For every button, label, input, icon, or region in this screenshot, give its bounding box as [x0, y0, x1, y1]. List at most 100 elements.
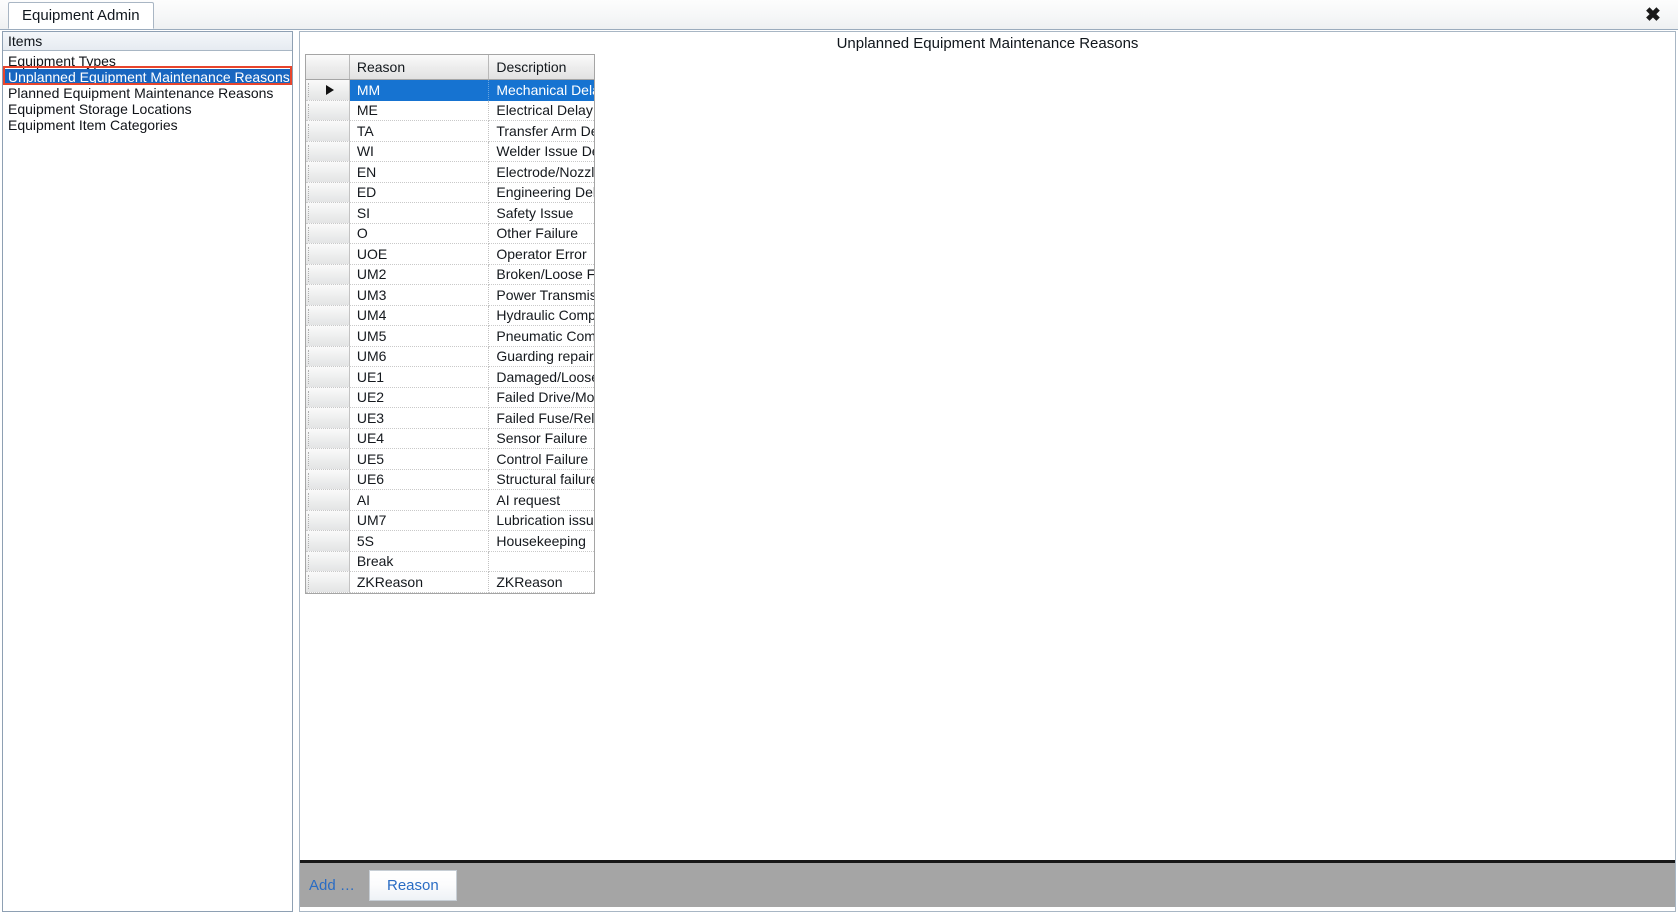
- cell-reason[interactable]: ED: [349, 182, 490, 203]
- cell-reason[interactable]: O: [349, 223, 490, 244]
- column-header-reason[interactable]: Reason: [349, 55, 490, 79]
- cell-description[interactable]: Welder Issue De…: [489, 142, 594, 162]
- cell-reason[interactable]: UM7: [349, 510, 490, 531]
- cell-reason[interactable]: UE4: [349, 428, 490, 449]
- cell-description[interactable]: Operator Error: [489, 244, 594, 265]
- cell-reason[interactable]: UE3: [349, 408, 490, 429]
- row-selector-cell[interactable]: [306, 80, 350, 101]
- table-row[interactable]: UM3Power Transmis…: [306, 285, 594, 306]
- cell-reason[interactable]: ME: [349, 100, 490, 121]
- table-row[interactable]: UE3Failed Fuse/Rel…: [306, 408, 594, 429]
- cell-description[interactable]: AI request: [489, 490, 594, 511]
- sidebar-item-equipment-item-categories[interactable]: Equipment Item Categories: [3, 117, 292, 133]
- table-row[interactable]: UE6 Structural failure: [306, 469, 594, 490]
- row-selector-cell[interactable]: [306, 408, 350, 429]
- table-row[interactable]: UOE Operator Error: [306, 244, 594, 265]
- cell-description[interactable]: Safety Issue: [489, 203, 594, 224]
- row-selector-cell[interactable]: [306, 100, 350, 121]
- table-row[interactable]: UM2Broken/Loose F…: [306, 264, 594, 285]
- cell-reason[interactable]: EN: [349, 162, 490, 183]
- cell-description[interactable]: Broken/Loose F…: [489, 265, 594, 285]
- column-header-description[interactable]: Description: [489, 55, 594, 79]
- table-row[interactable]: Break: [306, 551, 594, 572]
- cell-description[interactable]: Lubrication issue: [489, 511, 594, 531]
- table-row[interactable]: UM4Hydraulic Comp…: [306, 305, 594, 326]
- cell-reason[interactable]: ZKReason: [349, 572, 490, 593]
- cell-description[interactable]: Failed Fuse/Rel…: [489, 408, 594, 429]
- sidebar-item-unplanned-equipment-maintenance-reasons[interactable]: Unplanned Equipment Maintenance Reasons: [3, 69, 292, 85]
- table-row[interactable]: O Other Failure: [306, 223, 594, 244]
- table-row[interactable]: UE4 Sensor Failure: [306, 428, 594, 449]
- table-row[interactable]: ENElectrode/Nozzl…: [306, 162, 594, 183]
- table-row[interactable]: UM6Guarding repair/I…: [306, 346, 594, 367]
- cell-reason[interactable]: UE6: [349, 469, 490, 490]
- cell-description[interactable]: ZKReason: [489, 572, 594, 593]
- row-selector-cell[interactable]: [306, 428, 350, 449]
- row-selector-cell[interactable]: [306, 285, 350, 306]
- cell-description[interactable]: Power Transmis…: [489, 285, 594, 306]
- row-selector-cell[interactable]: [306, 223, 350, 244]
- cell-reason[interactable]: UM6: [349, 346, 490, 367]
- row-selector-cell[interactable]: [306, 264, 350, 285]
- cell-description[interactable]: Hydraulic Comp…: [489, 306, 594, 326]
- row-selector-cell[interactable]: [306, 305, 350, 326]
- cell-description[interactable]: Sensor Failure: [489, 429, 594, 449]
- cell-reason[interactable]: UE1: [349, 367, 490, 388]
- cell-reason[interactable]: UM3: [349, 285, 490, 306]
- row-selector-cell[interactable]: [306, 203, 350, 224]
- cell-description[interactable]: Control Failure: [489, 449, 594, 470]
- table-row[interactable]: AI AI request: [306, 490, 594, 511]
- row-selector-cell[interactable]: [306, 469, 350, 490]
- cell-reason[interactable]: UM5: [349, 326, 490, 347]
- cell-description[interactable]: [489, 552, 594, 572]
- sidebar-item-planned-equipment-maintenance-reasons[interactable]: Planned Equipment Maintenance Reasons: [3, 85, 292, 101]
- cell-reason[interactable]: Break: [349, 551, 490, 572]
- cell-reason[interactable]: TA: [349, 121, 490, 142]
- row-selector-cell[interactable]: [306, 367, 350, 388]
- row-selector-cell[interactable]: [306, 551, 350, 572]
- row-selector-cell[interactable]: [306, 141, 350, 162]
- table-row[interactable]: UM7 Lubrication issue: [306, 510, 594, 531]
- table-row[interactable]: ZKReason ZKReason: [306, 572, 594, 593]
- row-selector-cell[interactable]: [306, 510, 350, 531]
- row-selector-cell[interactable]: [306, 121, 350, 142]
- reasons-data-grid[interactable]: Reason Description MMMechanical DelayME E…: [305, 54, 595, 594]
- row-selector-cell[interactable]: [306, 162, 350, 183]
- cell-description[interactable]: Electrode/Nozzl…: [489, 162, 594, 183]
- row-selector-cell[interactable]: [306, 387, 350, 408]
- cell-description[interactable]: Mechanical Delay: [489, 80, 594, 101]
- row-selector-cell[interactable]: [306, 449, 350, 470]
- cell-reason[interactable]: UM2: [349, 264, 490, 285]
- row-selector-cell[interactable]: [306, 182, 350, 203]
- table-row[interactable]: UE2Failed Drive/Mot…: [306, 387, 594, 408]
- table-row[interactable]: SI Safety Issue: [306, 203, 594, 224]
- row-selector-cell[interactable]: [306, 326, 350, 347]
- close-x-icon[interactable]: ✖: [1642, 4, 1664, 26]
- cell-description[interactable]: Damaged/Loose…: [489, 367, 594, 388]
- row-selector-cell[interactable]: [306, 531, 350, 552]
- table-row[interactable]: WIWelder Issue De…: [306, 141, 594, 162]
- cell-description[interactable]: Engineering Del…: [489, 183, 594, 203]
- cell-reason[interactable]: UE5: [349, 449, 490, 470]
- table-row[interactable]: UM5Pneumatic Com…: [306, 326, 594, 347]
- cell-reason[interactable]: AI: [349, 490, 490, 511]
- table-row[interactable]: UE1Damaged/Loose…: [306, 367, 594, 388]
- sidebar-item-equipment-storage-locations[interactable]: Equipment Storage Locations: [3, 101, 292, 117]
- row-selector-cell[interactable]: [306, 490, 350, 511]
- table-row[interactable]: UE5 Control Failure: [306, 449, 594, 470]
- cell-reason[interactable]: MM: [349, 80, 490, 101]
- cell-description[interactable]: Housekeeping: [489, 531, 594, 552]
- row-selector-cell[interactable]: [306, 244, 350, 265]
- tab-equipment-admin[interactable]: Equipment Admin: [8, 2, 154, 29]
- table-row[interactable]: 5S Housekeeping: [306, 531, 594, 552]
- cell-description[interactable]: Other Failure: [489, 224, 594, 244]
- cell-description[interactable]: Pneumatic Com…: [489, 326, 594, 347]
- add-reason-button[interactable]: Reason: [368, 869, 457, 901]
- cell-reason[interactable]: UM4: [349, 305, 490, 326]
- cell-description[interactable]: Failed Drive/Mot…: [489, 388, 594, 408]
- cell-reason[interactable]: UOE: [349, 244, 490, 265]
- table-row[interactable]: EDEngineering Del…: [306, 182, 594, 203]
- row-selector-cell[interactable]: [306, 572, 350, 593]
- cell-description[interactable]: Transfer Arm De…: [489, 121, 594, 142]
- sidebar-item-equipment-types[interactable]: Equipment Types: [3, 53, 292, 69]
